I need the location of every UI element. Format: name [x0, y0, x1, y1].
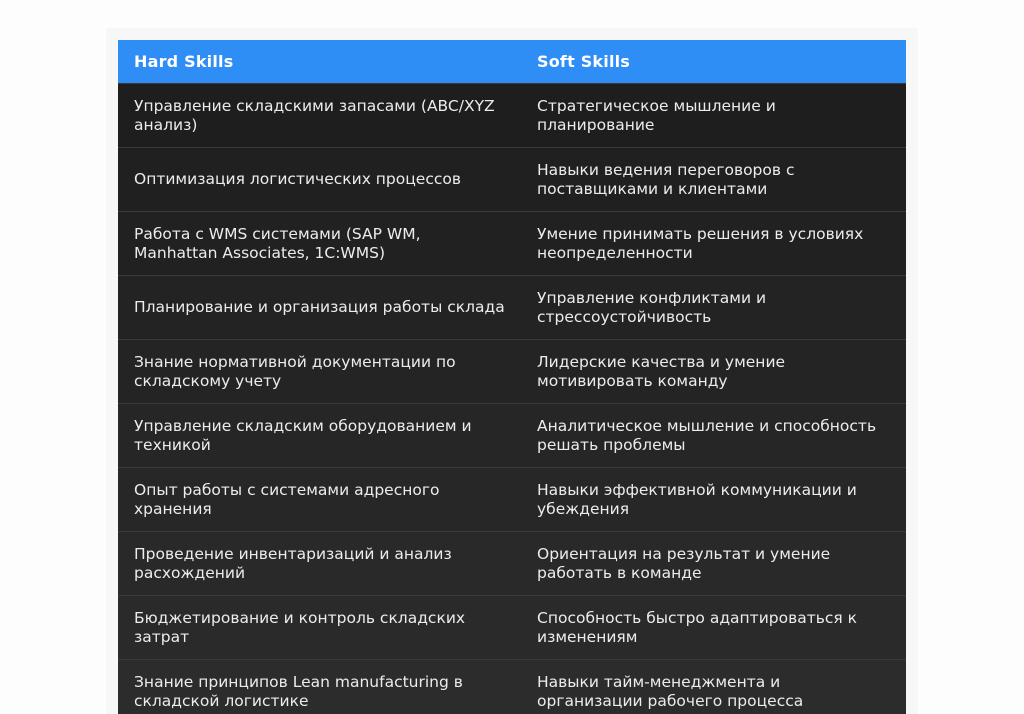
page: Hard Skills Soft Skills Управление склад…: [0, 0, 1024, 714]
soft-skill-cell: Навыки тайм-менеджмента и организации ра…: [521, 659, 906, 714]
table-row: Планирование и организация работы склада…: [118, 275, 906, 340]
hard-skill-cell: Управление складским оборудованием и тех…: [118, 403, 521, 468]
hard-skill-cell: Работа с WMS системами (SAP WM, Manhatta…: [118, 211, 521, 276]
hard-skill-cell: Знание принципов Lean manufacturing в ск…: [118, 659, 521, 714]
table-body: Управление складскими запасами (ABC/XYZ …: [118, 83, 906, 714]
hard-skill-cell: Опыт работы с системами адресного хранен…: [118, 467, 521, 532]
header-soft-skills: Soft Skills: [521, 40, 906, 84]
hard-skill-cell: Планирование и организация работы склада: [118, 275, 521, 340]
header-hard-skills: Hard Skills: [118, 40, 521, 84]
soft-skill-cell: Умение принимать решения в условиях неоп…: [521, 211, 906, 276]
table-row: Проведение инвентаризаций и анализ расхо…: [118, 531, 906, 596]
soft-skill-cell: Навыки эффективной коммуникации и убежде…: [521, 467, 906, 532]
table-row: Оптимизация логистических процессов Навы…: [118, 147, 906, 212]
hard-skill-cell: Знание нормативной документации по склад…: [118, 339, 521, 404]
soft-skill-cell: Аналитическое мышление и способность реш…: [521, 403, 906, 468]
table-header: Hard Skills Soft Skills: [118, 40, 906, 84]
hard-skill-cell: Проведение инвентаризаций и анализ расхо…: [118, 531, 521, 596]
table-row: Бюджетирование и контроль складских затр…: [118, 595, 906, 660]
table-row: Знание нормативной документации по склад…: [118, 339, 906, 404]
hard-skill-cell: Оптимизация логистических процессов: [118, 147, 521, 212]
table-row: Знание принципов Lean manufacturing в ск…: [118, 659, 906, 714]
hard-skill-cell: Управление складскими запасами (ABC/XYZ …: [118, 83, 521, 148]
soft-skill-cell: Стратегическое мышление и планирование: [521, 83, 906, 148]
table-row: Управление складским оборудованием и тех…: [118, 403, 906, 468]
soft-skill-cell: Способность быстро адаптироваться к изме…: [521, 595, 906, 660]
table-row: Опыт работы с системами адресного хранен…: [118, 467, 906, 532]
soft-skill-cell: Лидерские качества и умение мотивировать…: [521, 339, 906, 404]
table-row: Работа с WMS системами (SAP WM, Manhatta…: [118, 211, 906, 276]
soft-skill-cell: Управление конфликтами и стрессоустойчив…: [521, 275, 906, 340]
hard-skill-cell: Бюджетирование и контроль складских затр…: [118, 595, 521, 660]
header-row: Hard Skills Soft Skills: [118, 40, 906, 84]
skills-table: Hard Skills Soft Skills Управление склад…: [118, 40, 906, 714]
table-row: Управление складскими запасами (ABC/XYZ …: [118, 83, 906, 148]
soft-skill-cell: Навыки ведения переговоров с поставщикам…: [521, 147, 906, 212]
soft-skill-cell: Ориентация на результат и умение работат…: [521, 531, 906, 596]
